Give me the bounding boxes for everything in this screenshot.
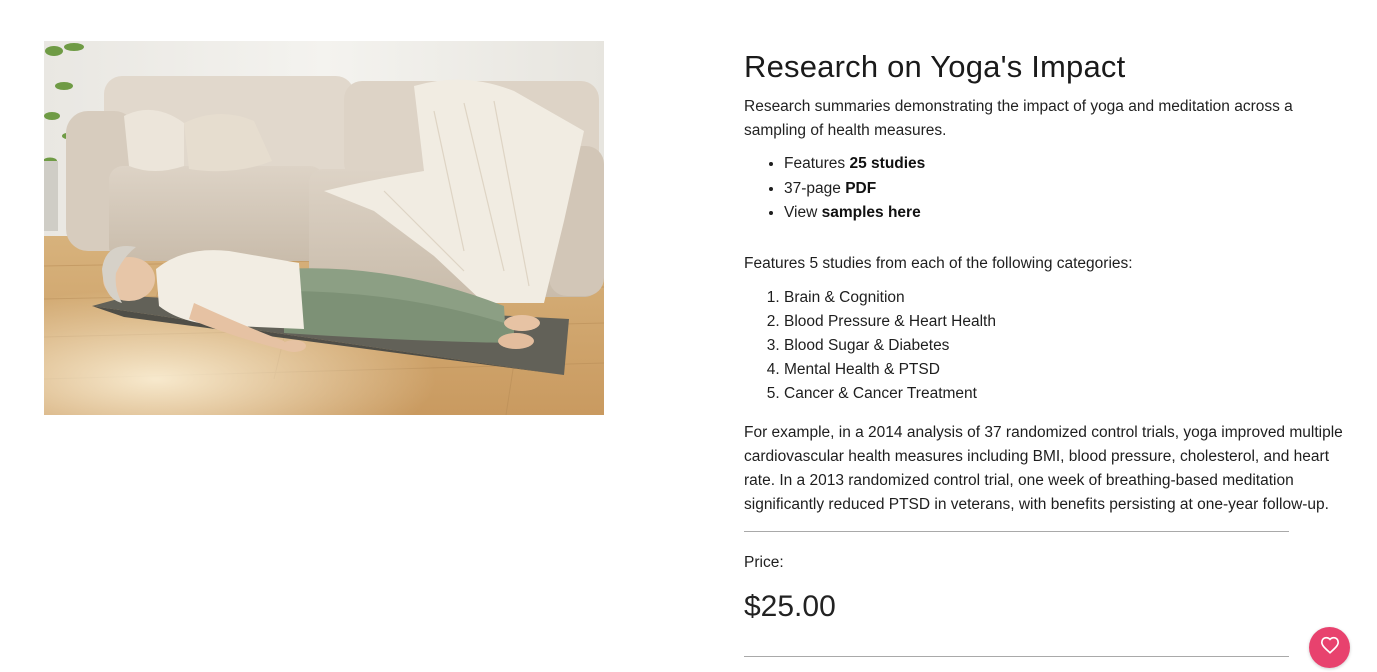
price-label: Price: [744, 553, 784, 571]
favorite-button[interactable] [1309, 627, 1350, 668]
feature-item: View samples here [784, 201, 1344, 226]
heart-icon [1320, 636, 1340, 659]
feature-item: 37-page PDF [784, 177, 1344, 202]
product-page: Research on Yoga's Impact Research summa… [0, 0, 1377, 672]
price-value: $25.00 [744, 589, 836, 623]
product-title: Research on Yoga's Impact [744, 49, 1126, 84]
feature-list: Features 25 studies 37-page PDF View sam… [744, 152, 1344, 226]
divider [744, 530, 1289, 532]
product-details: Research on Yoga's Impact Research summa… [744, 46, 1344, 624]
product-description: Research summaries demonstrating the imp… [744, 98, 1293, 139]
samples-link[interactable]: samples here [822, 204, 921, 221]
feature-item: Features 25 studies [784, 152, 1344, 177]
category-item: Blood Pressure & Heart Health [784, 310, 1344, 334]
product-image [44, 41, 604, 415]
example-paragraph: For example, in a 2014 analysis of 37 ra… [744, 423, 1343, 513]
categories-intro: Features 5 studies from each of the foll… [744, 254, 1133, 272]
category-item: Brain & Cognition [784, 286, 1344, 310]
divider [744, 656, 1289, 657]
category-list: Brain & Cognition Blood Pressure & Heart… [744, 286, 1344, 406]
category-item: Mental Health & PTSD [784, 358, 1344, 382]
category-item: Blood Sugar & Diabetes [784, 334, 1344, 358]
category-item: Cancer & Cancer Treatment [784, 382, 1344, 406]
